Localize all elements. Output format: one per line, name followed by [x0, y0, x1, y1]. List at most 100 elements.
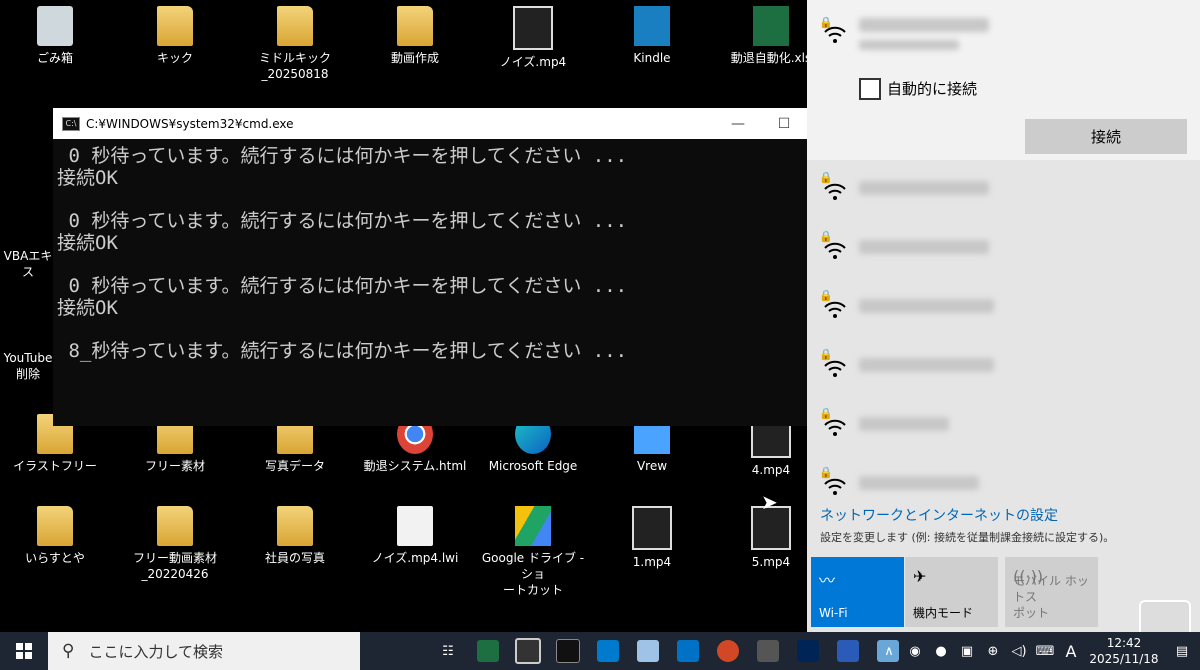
desktop-icon-label: Microsoft Edge: [488, 459, 578, 473]
network-name-blurred: [859, 299, 994, 313]
desktop-icon-label: 写真データ: [264, 459, 325, 473]
display-icon[interactable]: ▣: [954, 644, 980, 659]
desktop-icon[interactable]: 動画作成: [360, 6, 470, 66]
globe-icon[interactable]: ⊕: [980, 644, 1006, 659]
desktop-icon[interactable]: ノイズ.mp4: [478, 6, 588, 70]
desktop-icon[interactable]: いらすとや: [0, 506, 110, 566]
wifi-signal-icon: [824, 360, 846, 377]
quick-action-wifi[interactable]: 〰 Wi-Fi: [811, 557, 904, 627]
taskbar-scissors[interactable]: [748, 632, 788, 670]
terminal-icon: [556, 639, 580, 663]
wifi-signal-icon: [824, 26, 846, 43]
desktop-icon-vba[interactable]: VBAエキス: [0, 248, 56, 280]
start-button[interactable]: [0, 632, 48, 670]
cmd-console[interactable]: 0 秒待っています。続行するには何かキーを押してください ... 接続OK 0 秒…: [53, 139, 807, 362]
wifi-network-item[interactable]: 🔒: [807, 222, 1200, 280]
network-name-blurred: [859, 18, 989, 32]
task-view-button[interactable]: ☷: [428, 632, 468, 670]
cmd-titlebar[interactable]: C:\ C:¥WINDOWS¥system32¥cmd.exe — ☐: [53, 108, 807, 139]
chevron-up-icon[interactable]: ∧: [876, 644, 902, 659]
taskbar-outlook[interactable]: [668, 632, 708, 670]
desktop-icon[interactable]: 1.mp4: [597, 506, 707, 570]
taskbar-powershell[interactable]: [788, 632, 828, 670]
desktop-icon[interactable]: ノイズ.mp4.lwi: [360, 506, 470, 566]
mouse-cursor-icon: ➤: [761, 490, 778, 514]
wifi-signal-icon: [824, 183, 846, 200]
taskbar-video[interactable]: [508, 632, 548, 670]
wifi-network-item[interactable]: 🔒: [807, 340, 1200, 398]
video-icon: [632, 506, 672, 550]
kindle-icon: [634, 6, 670, 46]
taskbar-search[interactable]: ⚲ ここに入力して検索: [48, 632, 360, 670]
desktop-icon[interactable]: Google ドライブ - ショ ートカット: [478, 506, 588, 598]
taskbar-app[interactable]: [628, 632, 668, 670]
desktop-icon-label: フリー動画素材 _20220426: [132, 551, 217, 581]
desktop-icon[interactable]: ミドルキック _20250818: [240, 6, 350, 82]
network-settings-desc: 設定を変更します (例: 接続を従量制課金接続に設定する)。: [820, 531, 1115, 544]
console-line: 接続OK: [57, 232, 118, 254]
network-name-blurred: [859, 358, 994, 372]
minimize-button[interactable]: —: [715, 116, 761, 132]
volume-icon[interactable]: ◁): [1006, 644, 1032, 659]
notification-icon[interactable]: ▤: [1164, 644, 1200, 659]
wifi-network-item[interactable]: 🔒: [807, 399, 1200, 457]
vscode-icon: [597, 640, 619, 662]
desktop-icon-label: Vrew: [636, 459, 668, 473]
desktop-icon-label: 動退自動化.xls: [730, 51, 812, 65]
mic-icon[interactable]: ●: [928, 644, 954, 659]
desktop-icon[interactable]: ごみ箱: [0, 6, 110, 66]
taskbar: ⚲ ここに入力して検索 ☷ ∧ ◉ ● ▣ ⊕ ◁) ⌨ A 12:42 202…: [0, 632, 1200, 670]
console-line: 0 秒待っています。続行するには何かキーを押してください ...: [57, 210, 628, 232]
keyboard-icon[interactable]: ⌨: [1032, 644, 1058, 659]
maximize-button[interactable]: ☐: [761, 116, 807, 132]
desktop-icon-youtube[interactable]: YouTube 削除: [0, 350, 56, 382]
connect-button[interactable]: 接続: [1025, 119, 1187, 154]
clock[interactable]: 12:42 2025/11/18: [1084, 635, 1164, 667]
search-icon: ⚲: [62, 641, 75, 661]
network-name-blurred: [859, 417, 949, 431]
wifi-signal-icon: [824, 478, 846, 495]
desktop-icon-label: 動退システム.html: [363, 459, 467, 473]
desktop-icon-label: キック: [156, 51, 193, 65]
desktop-icon-label: Kindle: [633, 51, 671, 65]
selected-network[interactable]: 🔒 自動的に接続 接続: [807, 0, 1200, 160]
desktop-icon[interactable]: Kindle: [597, 6, 707, 66]
folder-icon: [397, 6, 433, 46]
cmd-window[interactable]: C:\ C:¥WINDOWS¥system32¥cmd.exe — ☐ 0 秒待…: [53, 108, 807, 426]
desktop-icon[interactable]: 社員の写真: [240, 506, 350, 566]
outlook-icon: [677, 640, 699, 662]
wifi-network-item[interactable]: 🔒: [807, 281, 1200, 339]
folder-icon: [277, 6, 313, 46]
console-line: 接続OK: [57, 167, 118, 189]
wifi-signal-icon: [824, 242, 846, 259]
console-line: 8_秒待っています。続行するには何かキーを押してください ...: [57, 340, 628, 362]
desktop-icon-label: イラストフリー: [13, 459, 97, 473]
taskbar-cmd[interactable]: [548, 632, 588, 670]
quick-action-airplane[interactable]: ✈ 機内モード: [905, 557, 998, 627]
system-tray: ∧ ◉ ● ▣ ⊕ ◁) ⌨ A 12:42 2025/11/18 ▤: [876, 632, 1200, 670]
clock-time: 12:42: [1106, 636, 1142, 650]
desktop-icon[interactable]: フリー動画素材 _20220426: [120, 506, 230, 582]
quick-action-label: Wi-Fi: [819, 606, 848, 620]
taskbar-powershell2[interactable]: [828, 632, 868, 670]
task-view-icon: ☷: [442, 643, 454, 659]
network-settings-link[interactable]: ネットワークとインターネットの設定: [820, 505, 1058, 525]
quick-action-label: モバイル ホットス ポット: [1013, 574, 1089, 620]
auto-connect-checkbox[interactable]: [859, 78, 881, 100]
wifi-network-item[interactable]: 🔒: [807, 163, 1200, 221]
ime-indicator[interactable]: A: [1058, 642, 1084, 661]
meet-icon[interactable]: ◉: [902, 644, 928, 659]
desktop-icon-label: フリー素材: [144, 459, 205, 473]
quick-action-hotspot[interactable]: ((·)) モバイル ホットス ポット: [1005, 557, 1098, 627]
desktop-icon-label: Google ドライブ - ショ ートカット: [481, 551, 585, 597]
gdrive-icon: [515, 506, 551, 546]
desktop-icon-label: 削除: [15, 367, 40, 381]
network-name-blurred: [859, 240, 989, 254]
taskbar-vscode[interactable]: [588, 632, 628, 670]
desktop-icon[interactable]: キック: [120, 6, 230, 66]
network-name-blurred: [859, 181, 989, 195]
taskbar-powerpoint[interactable]: [708, 632, 748, 670]
taskbar-excel[interactable]: [468, 632, 508, 670]
